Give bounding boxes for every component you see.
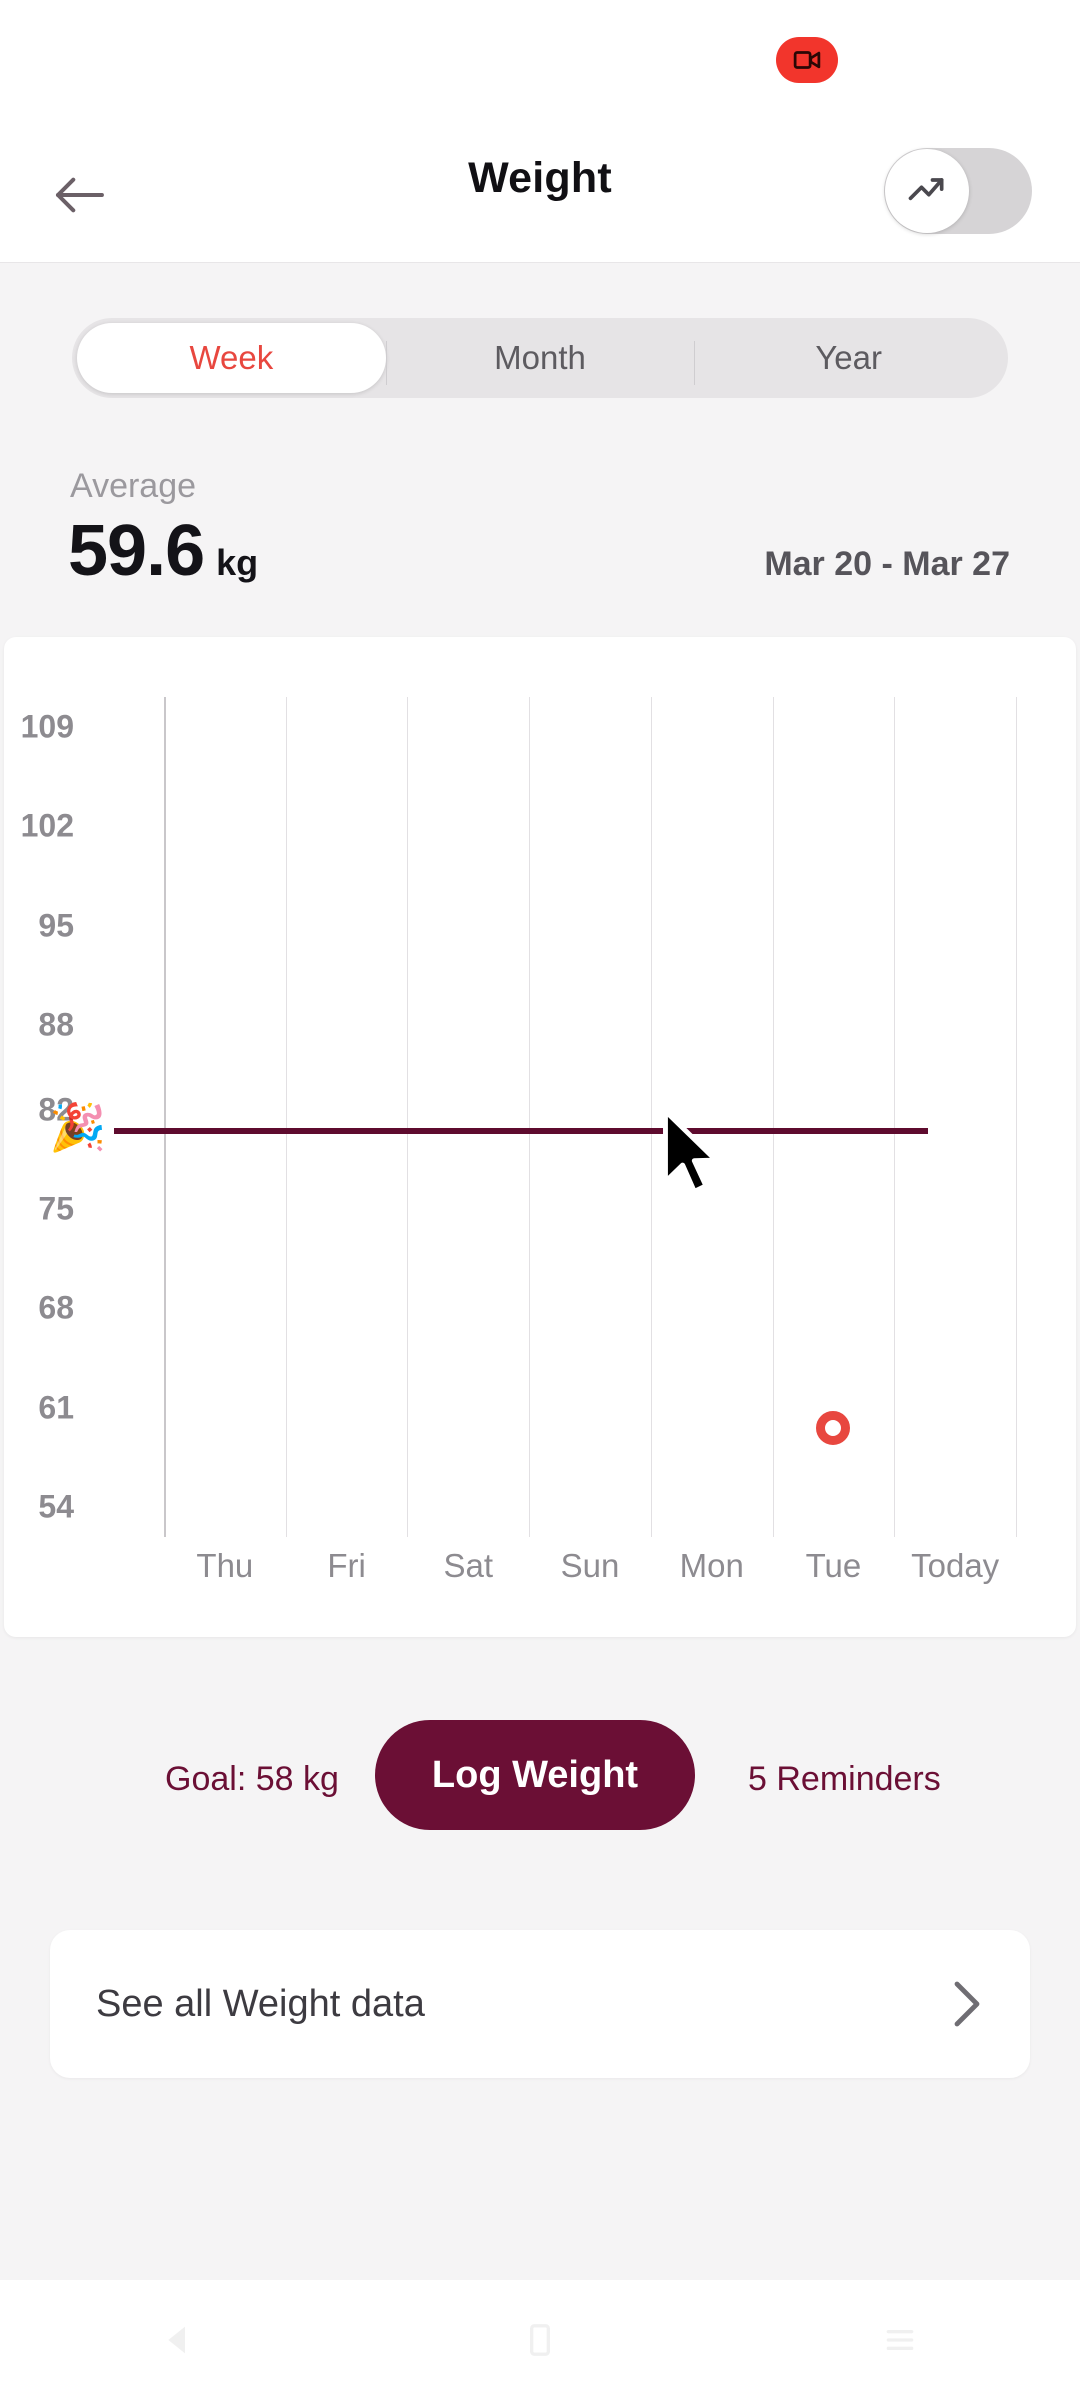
nav-back-icon[interactable]	[160, 2320, 200, 2360]
period-segmented-control[interactable]: Week Month Year	[72, 318, 1008, 398]
chart-y-tick-label: 61	[38, 1389, 74, 1426]
chart-x-tick-label: Sun	[560, 1547, 620, 1584]
date-range: Mar 20 - Mar 27	[764, 545, 1010, 583]
chart-x-tick-label: Today	[911, 1547, 1000, 1584]
trend-toggle[interactable]	[884, 148, 1032, 234]
chart-y-tick-label: 54	[38, 1488, 74, 1525]
toggle-knob	[885, 149, 969, 233]
chart-x-tick-label: Sat	[443, 1547, 494, 1584]
android-nav-bar	[0, 2280, 1080, 2400]
tab-week[interactable]: Week	[77, 323, 386, 393]
goal-text[interactable]: Goal: 58 kg	[165, 1760, 339, 1799]
chart-x-tick-label: Mon	[679, 1547, 744, 1584]
chart-y-tick-label: 102	[20, 807, 74, 844]
screen-recording-badge[interactable]	[776, 37, 838, 83]
tab-year[interactable]: Year	[694, 323, 1003, 393]
app-header: Weight	[0, 118, 1080, 263]
see-all-weight-data-row[interactable]: See all Weight data	[50, 1930, 1030, 2078]
tab-month[interactable]: Month	[385, 323, 695, 393]
video-recording-icon	[792, 45, 822, 75]
log-weight-button[interactable]: Log Weight	[375, 1720, 695, 1830]
status-bar	[0, 0, 1080, 118]
chart-gridline	[529, 697, 531, 1537]
chart-gridline	[1016, 697, 1017, 1537]
chart-data-point[interactable]	[816, 1410, 851, 1445]
chart-x-tick-label: Tue	[805, 1547, 862, 1584]
goal-line	[114, 1127, 929, 1134]
chevron-right-icon	[950, 1978, 984, 2030]
chart-y-tick-label: 68	[38, 1289, 74, 1326]
average-value: 59.6	[68, 511, 205, 591]
average-unit: kg	[216, 542, 259, 583]
segment-divider	[385, 341, 387, 385]
tab-month-label: Month	[494, 339, 586, 376]
chart-x-tick-label: Fri	[327, 1547, 366, 1584]
chart-x-tick-label: Thu	[196, 1547, 254, 1584]
chart-y-tick-label: 109	[20, 708, 74, 745]
see-all-label: See all Weight data	[96, 1982, 425, 2025]
reminders-link[interactable]: 5 Reminders	[748, 1760, 941, 1799]
chart-gridline	[650, 697, 652, 1537]
chart-gridline	[407, 697, 409, 1537]
average-label: Average	[70, 467, 197, 505]
nav-recents-icon[interactable]	[880, 2320, 920, 2360]
chart-y-axis	[164, 697, 166, 1537]
chart-gridline	[894, 697, 896, 1537]
nav-home-icon[interactable]	[520, 2320, 560, 2360]
weight-chart-card[interactable]: 109 102 95 88 82 75 68 61 54 Thu Fri Sat Sun Mon Tue To…	[4, 637, 1076, 1637]
tab-year-label: Year	[815, 339, 883, 376]
trending-up-icon	[905, 169, 949, 213]
average-value-row: 59.6 kg	[68, 510, 258, 592]
chart-y-tick-label: 75	[38, 1190, 74, 1227]
chart-plot-area[interactable]: 109 102 95 88 82 75 68 61 54 Thu Fri Sat Sun Mon Tue To…	[4, 637, 1076, 1637]
chart-gridline	[285, 697, 287, 1537]
goal-celebration-emoji: 🎉	[49, 1100, 107, 1153]
chart-y-tick-label: 88	[38, 1006, 74, 1043]
segment-divider	[694, 341, 696, 385]
chart-y-tick-label: 95	[38, 907, 74, 944]
chart-gridline	[772, 697, 774, 1537]
mouse-pointer-icon	[659, 1108, 721, 1200]
tab-week-label: Week	[189, 339, 274, 376]
